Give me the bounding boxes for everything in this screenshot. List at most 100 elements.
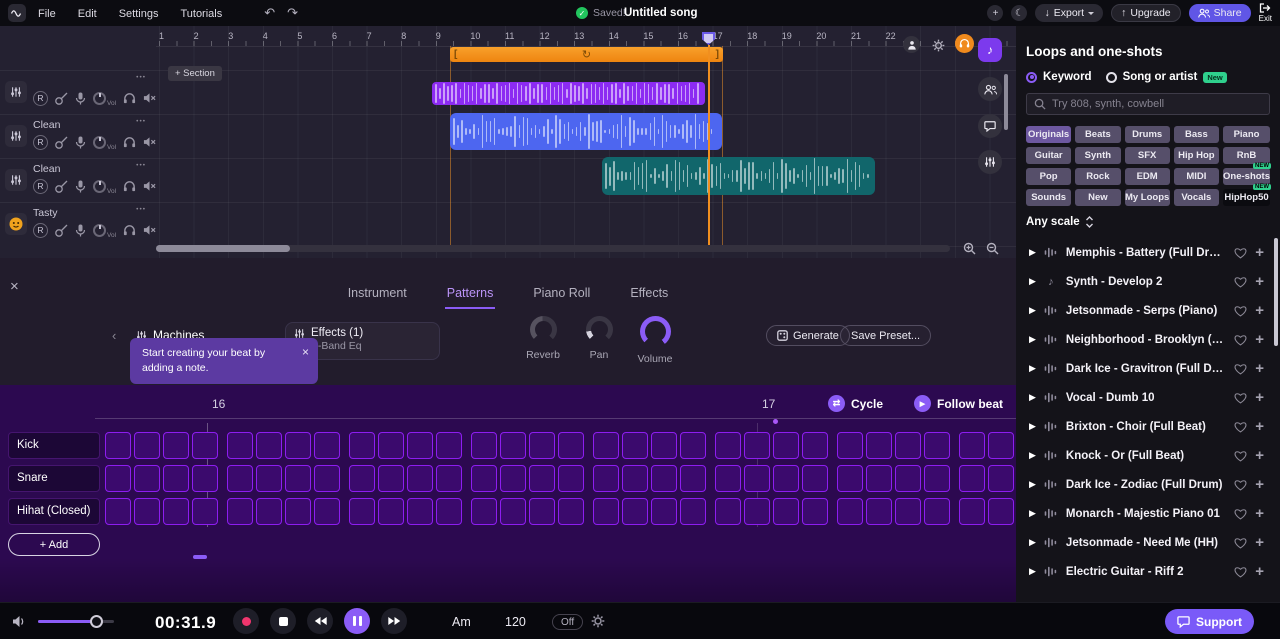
mute-icon[interactable] — [143, 136, 156, 148]
beat-cell[interactable] — [837, 432, 863, 459]
timeline-ruler[interactable]: 1 2 3 4 5 6 7 8 9 10 11 12 13 14 15 16 17 18 19 20 21 22 — [156, 26, 1016, 47]
pan-knob[interactable]: Pan — [571, 316, 627, 361]
stop-button[interactable] — [270, 608, 296, 634]
tab-piano-roll[interactable]: Piano Roll — [531, 284, 592, 309]
slider-thumb[interactable] — [90, 615, 103, 628]
rewind-button[interactable] — [307, 608, 333, 634]
beat-cell[interactable] — [105, 498, 131, 525]
beat-cell[interactable] — [314, 498, 340, 525]
track-menu-icon[interactable]: ••• — [136, 118, 146, 125]
guitar-icon[interactable] — [55, 136, 68, 149]
beat-cell[interactable] — [622, 498, 648, 525]
drum-row-label[interactable]: Kick — [8, 432, 100, 459]
beat-cell[interactable] — [895, 432, 921, 459]
beat-cell[interactable] — [866, 498, 892, 525]
beat-cell[interactable] — [558, 498, 584, 525]
mute-icon[interactable] — [143, 180, 156, 192]
key-signature[interactable]: Am — [452, 615, 471, 629]
track-header[interactable]: Tasty ••• R Vol — [0, 202, 156, 246]
add-drum-row-button[interactable]: + Add — [8, 533, 100, 556]
beat-cell[interactable] — [314, 465, 340, 492]
save-preset-button[interactable]: Save Preset... — [840, 325, 932, 346]
beat-cell[interactable] — [895, 465, 921, 492]
guitar-icon[interactable] — [55, 92, 68, 105]
share-button[interactable]: Share — [1188, 4, 1251, 22]
play-icon[interactable]: ▶ — [1029, 276, 1036, 287]
add-loop-icon[interactable]: + — [1255, 563, 1264, 580]
beat-cell[interactable] — [163, 465, 189, 492]
favorite-heart-icon[interactable] — [1234, 537, 1247, 549]
track-instrument-icon[interactable] — [5, 213, 27, 235]
play-icon[interactable]: ▶ — [1029, 537, 1036, 548]
theme-toggle-moon-icon[interactable]: ☾ — [1011, 5, 1028, 21]
beat-cell[interactable] — [715, 432, 741, 459]
favorite-heart-icon[interactable] — [1234, 363, 1247, 375]
beat-cell[interactable] — [959, 432, 985, 459]
category-hip-hop[interactable]: Hip Hop — [1173, 147, 1220, 164]
search-input[interactable] — [1052, 98, 1262, 110]
beat-cell[interactable] — [529, 498, 555, 525]
loop-list-item[interactable]: ▶ Knock - Or (Full Beat) + — [1016, 441, 1272, 470]
track-menu-icon[interactable]: ••• — [136, 206, 146, 213]
loop-icon[interactable]: ↻ — [582, 48, 591, 61]
beat-cell[interactable] — [715, 465, 741, 492]
loop-list-item[interactable]: ▶ Jetsonmade - Serps (Piano) + — [1016, 296, 1272, 325]
add-section-button[interactable]: + Section — [168, 66, 222, 81]
audio-clip[interactable] — [432, 82, 705, 105]
track-instrument-icon[interactable] — [5, 81, 27, 103]
add-loop-icon[interactable]: + — [1255, 476, 1264, 493]
zoom-in-icon[interactable] — [963, 242, 976, 255]
record-arm-button[interactable]: R — [33, 178, 48, 194]
category-midi[interactable]: MIDI — [1173, 168, 1220, 185]
beat-cell[interactable] — [256, 432, 282, 459]
add-loop-icon[interactable]: + — [1255, 418, 1264, 435]
tab-instrument[interactable]: Instrument — [346, 284, 409, 309]
menu-tutorials[interactable]: Tutorials — [180, 8, 222, 20]
category-bass[interactable]: Bass — [1173, 126, 1220, 143]
track-instrument-icon[interactable] — [5, 125, 27, 147]
audio-clip[interactable] — [602, 157, 875, 195]
beat-cell[interactable] — [256, 465, 282, 492]
track-name[interactable]: Clean — [33, 163, 60, 175]
beat-cell[interactable] — [924, 465, 950, 492]
record-arm-button[interactable]: R — [33, 222, 48, 238]
add-loop-icon[interactable]: + — [1255, 360, 1264, 377]
track-instrument-icon[interactable] — [5, 169, 27, 191]
add-loop-icon[interactable]: + — [1255, 331, 1264, 348]
play-icon[interactable]: ▶ — [1029, 305, 1036, 316]
knob-dial[interactable] — [529, 316, 557, 343]
track-volume-knob[interactable] — [93, 91, 106, 105]
reverb-knob[interactable]: Reverb — [515, 316, 571, 361]
beat-cell[interactable] — [285, 465, 311, 492]
undo-icon[interactable]: ↶ — [264, 5, 275, 21]
mic-icon[interactable] — [75, 224, 86, 237]
play-pause-button[interactable] — [344, 608, 370, 634]
solo-headphones-icon[interactable] — [123, 224, 136, 237]
play-icon[interactable]: ▶ — [1029, 450, 1036, 461]
beat-cell[interactable] — [802, 498, 828, 525]
play-icon[interactable]: ▶ — [1029, 392, 1036, 403]
beat-cell[interactable] — [773, 498, 799, 525]
beat-cell[interactable] — [227, 432, 253, 459]
tab-patterns[interactable]: Patterns — [444, 284, 496, 309]
category-drums[interactable]: Drums — [1124, 126, 1170, 143]
add-loop-icon[interactable]: + — [1255, 534, 1264, 551]
record-arm-button[interactable]: R — [33, 134, 48, 150]
cycle-button[interactable]: ⇄ Cycle — [828, 395, 883, 412]
beat-cell[interactable] — [744, 465, 770, 492]
chat-button[interactable] — [978, 114, 1002, 138]
beat-cell[interactable] — [227, 498, 253, 525]
beat-cell[interactable] — [163, 498, 189, 525]
master-volume-slider[interactable] — [38, 615, 114, 628]
beat-cell[interactable] — [988, 498, 1014, 525]
chevron-left-icon[interactable]: ‹ — [112, 328, 116, 343]
vertical-scrollbar[interactable] — [1004, 74, 1008, 130]
upgrade-button[interactable]: ↑ Upgrade — [1111, 4, 1181, 22]
favorite-heart-icon[interactable] — [1234, 508, 1247, 520]
loop-list-item[interactable]: ▶ Monarch - Majestic Piano 01 + — [1016, 499, 1272, 528]
beat-cell[interactable] — [744, 498, 770, 525]
loop-list-item[interactable]: ▶ Vocal - Dumb 10 + — [1016, 383, 1272, 412]
beat-cell[interactable] — [436, 498, 462, 525]
beat-cell[interactable] — [436, 432, 462, 459]
beat-cell[interactable] — [378, 465, 404, 492]
